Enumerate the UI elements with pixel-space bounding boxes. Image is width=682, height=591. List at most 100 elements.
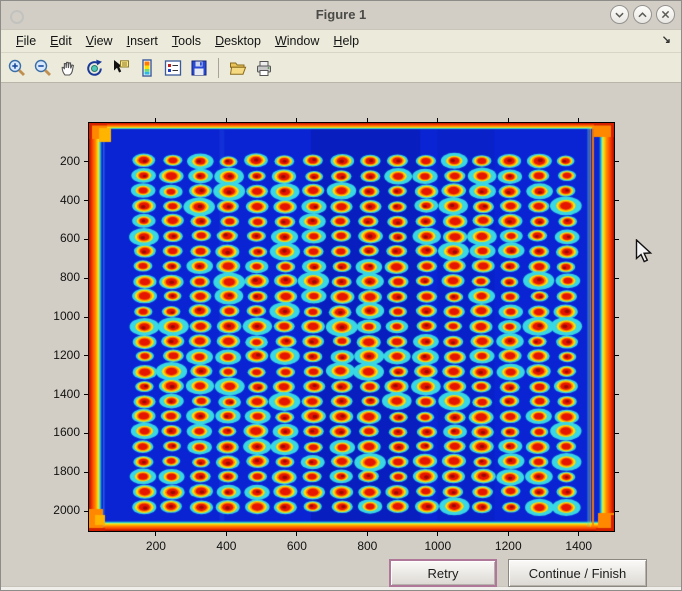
x-tick-label: 600 <box>275 539 319 553</box>
axis-tick <box>367 531 368 536</box>
axis-tick <box>296 118 297 123</box>
y-tick-label: 1200 <box>41 348 80 362</box>
dock-figure-icon[interactable]: ↘ <box>662 33 671 46</box>
open-icon <box>228 58 248 78</box>
axis-tick <box>84 394 89 395</box>
data-cursor-button[interactable] <box>109 55 133 80</box>
maximize-button[interactable] <box>633 5 652 24</box>
zoom-out-icon <box>33 58 53 78</box>
axis-tick <box>614 278 619 279</box>
x-tick-label: 1000 <box>416 539 460 553</box>
x-tick-label: 800 <box>345 539 389 553</box>
menu-help[interactable]: Help <box>326 32 366 50</box>
x-tick-label: 1400 <box>557 539 601 553</box>
pan-button[interactable] <box>57 55 81 80</box>
axis-tick <box>437 531 438 536</box>
continue-finish-button[interactable]: Continue / Finish <box>508 559 647 587</box>
titlebar[interactable]: Figure 1 <box>1 1 681 30</box>
pan-icon <box>59 58 79 78</box>
axis-tick <box>155 118 156 123</box>
y-tick-label: 400 <box>41 193 80 207</box>
y-tick-label: 1800 <box>41 464 80 478</box>
menu-file[interactable]: File <box>9 32 43 50</box>
axis-tick <box>155 531 156 536</box>
axis-tick <box>614 161 619 162</box>
insert-colorbar-icon <box>137 58 157 78</box>
axis-tick <box>578 531 579 536</box>
menu-view[interactable]: View <box>79 32 120 50</box>
chevron-down-icon <box>611 5 628 24</box>
menubar: FileEditViewInsertToolsDesktopWindowHelp… <box>1 30 681 53</box>
axis-tick <box>296 531 297 536</box>
window-title: Figure 1 <box>1 7 681 22</box>
y-tick-label: 1600 <box>41 425 80 439</box>
axis-tick <box>614 239 619 240</box>
mouse-cursor <box>635 239 653 265</box>
x-tick-label: 400 <box>204 539 248 553</box>
axis-tick <box>84 239 89 240</box>
menu-tools[interactable]: Tools <box>165 32 208 50</box>
data-cursor-icon <box>111 58 131 78</box>
axis-tick <box>508 531 509 536</box>
insert-colorbar-button[interactable] <box>135 55 159 80</box>
menu-items: FileEditViewInsertToolsDesktopWindowHelp <box>9 32 366 50</box>
y-tick-label: 1000 <box>41 309 80 323</box>
axis-tick <box>84 433 89 434</box>
menu-insert[interactable]: Insert <box>120 32 165 50</box>
axis-tick <box>614 511 619 512</box>
open-button[interactable] <box>226 55 250 80</box>
zoom-in-icon <box>7 58 27 78</box>
axis-tick <box>367 118 368 123</box>
x-tick-label: 1200 <box>486 539 530 553</box>
axis-tick <box>508 118 509 123</box>
window-controls <box>610 5 675 24</box>
axis-tick <box>614 472 619 473</box>
axis-tick <box>84 278 89 279</box>
axis-tick <box>84 511 89 512</box>
save-icon <box>189 58 209 78</box>
toolbar <box>1 53 681 83</box>
axis-tick <box>614 200 619 201</box>
rotate-3d-icon <box>85 58 105 78</box>
y-tick-label: 200 <box>41 154 80 168</box>
axis-tick <box>226 118 227 123</box>
axis-tick <box>84 472 89 473</box>
heatmap-image[interactable] <box>89 123 614 531</box>
menu-window[interactable]: Window <box>268 32 326 50</box>
axis-tick <box>84 355 89 356</box>
axis-tick <box>84 161 89 162</box>
menu-edit[interactable]: Edit <box>43 32 79 50</box>
axis-tick <box>614 317 619 318</box>
insert-legend-button[interactable] <box>161 55 185 80</box>
x-tick-label: 200 <box>134 539 178 553</box>
zoom-out-button[interactable] <box>31 55 55 80</box>
figure-content: 200 400 600 800 1000 1200 1400 200 400 600 800 1000… <box>1 83 681 586</box>
zoom-in-button[interactable] <box>5 55 29 80</box>
axis-tick <box>614 355 619 356</box>
axis-tick <box>226 531 227 536</box>
close-icon <box>657 5 674 24</box>
axis-tick <box>614 433 619 434</box>
y-tick-label: 1400 <box>41 387 80 401</box>
figure-window: Figure 1 FileEditViewInsertToolsDesktopW… <box>0 0 682 591</box>
axis-tick <box>614 394 619 395</box>
print-icon <box>254 58 274 78</box>
y-tick-label: 800 <box>41 270 80 284</box>
y-tick-label: 2000 <box>41 503 80 517</box>
minimize-button[interactable] <box>610 5 629 24</box>
insert-legend-icon <box>163 58 183 78</box>
axis-tick <box>84 317 89 318</box>
print-button[interactable] <box>252 55 276 80</box>
toolbar-separator <box>218 58 219 78</box>
close-button[interactable] <box>656 5 675 24</box>
save-button[interactable] <box>187 55 211 80</box>
rotate-3d-button[interactable] <box>83 55 107 80</box>
y-tick-label: 600 <box>41 231 80 245</box>
menu-desktop[interactable]: Desktop <box>208 32 268 50</box>
retry-button[interactable]: Retry <box>389 559 497 587</box>
plot-area: 2004006008001000120014002004006008001000… <box>84 118 619 536</box>
chevron-up-icon <box>634 5 651 24</box>
axis-tick <box>437 118 438 123</box>
axis-tick <box>578 118 579 123</box>
axis-tick <box>84 200 89 201</box>
